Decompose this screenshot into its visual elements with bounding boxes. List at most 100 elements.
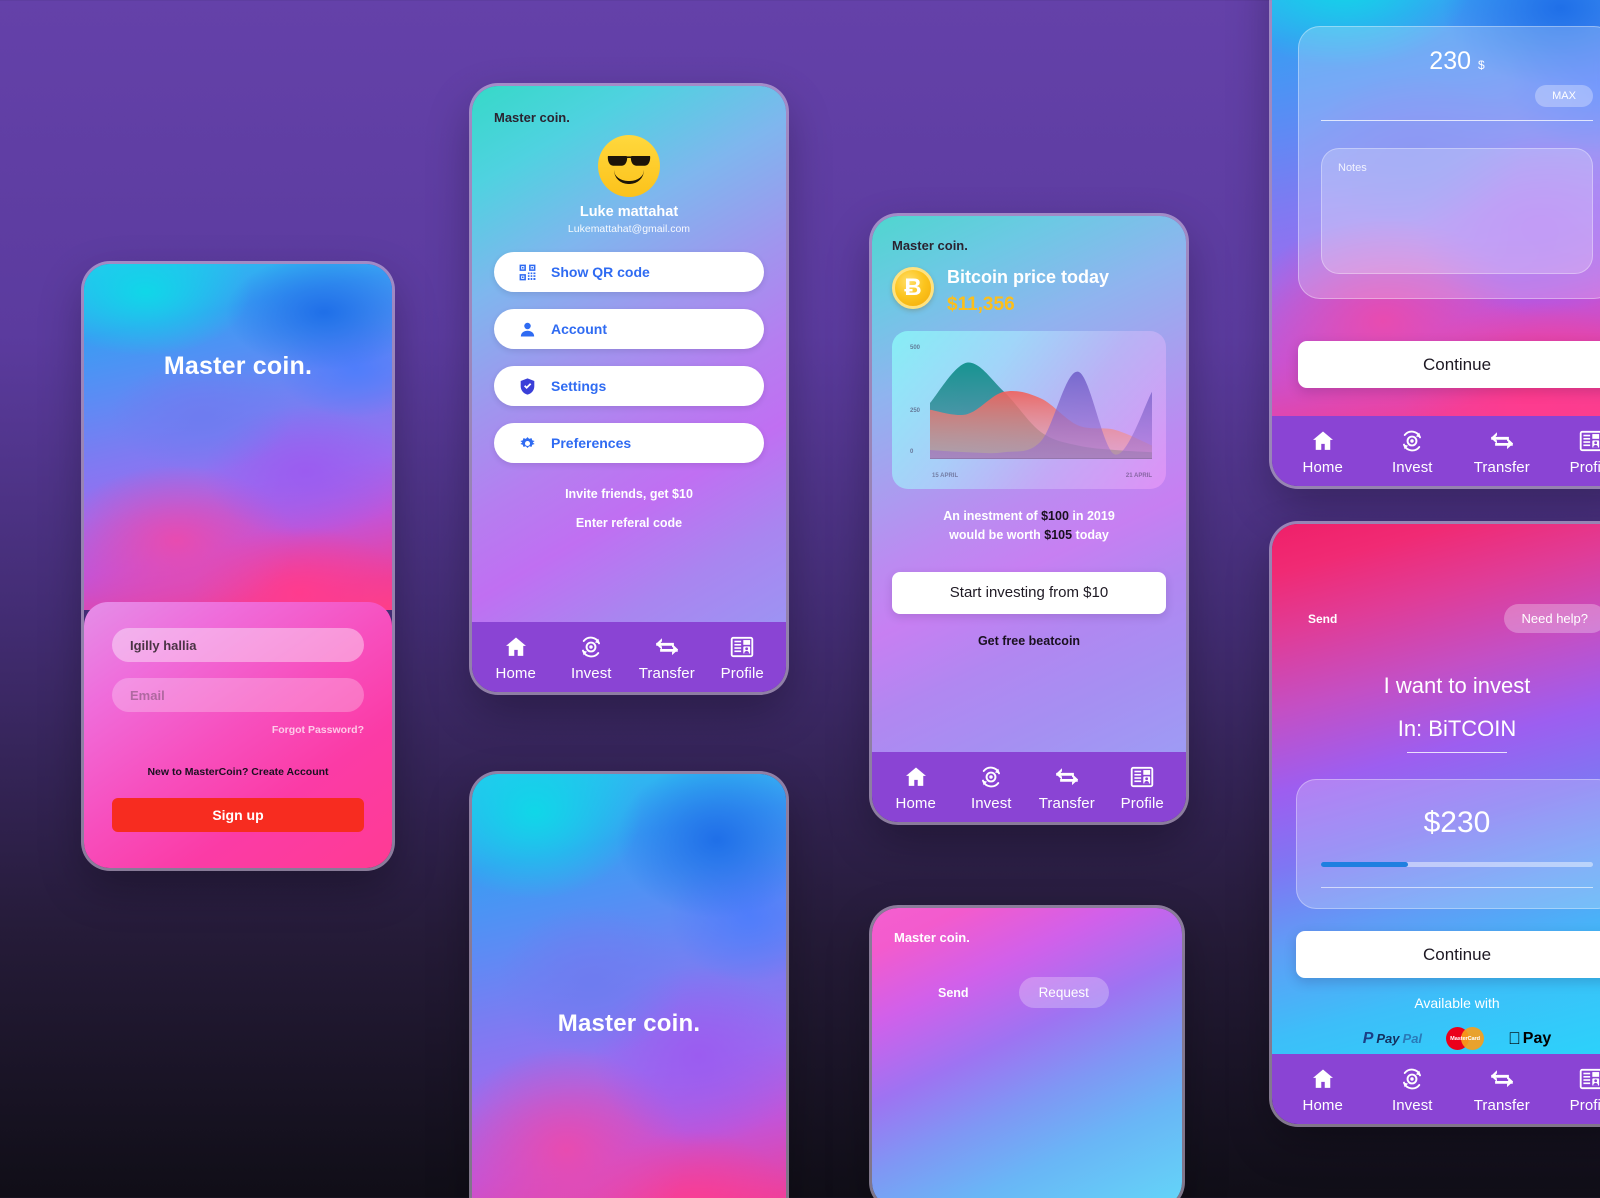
- profile-icon: [729, 634, 755, 660]
- wallpaper-blobs: [84, 264, 392, 610]
- amount-row: 230 $: [1321, 47, 1593, 76]
- amount-slider[interactable]: [1321, 862, 1593, 867]
- amount-slider-fill: [1321, 862, 1409, 867]
- phone-amount-screen: 230 $ MAX Notes Continue Home Invest Tra…: [1272, 0, 1600, 486]
- sign-up-button[interactable]: Sign up: [112, 798, 364, 832]
- continue-button[interactable]: Continue: [1298, 341, 1600, 388]
- phone-send-request-screen: Master coin. Send Request: [872, 908, 1182, 1198]
- nav-label: Profile: [1569, 1097, 1600, 1114]
- invest-icon: [1399, 1066, 1425, 1092]
- notes-input[interactable]: Notes: [1321, 148, 1593, 274]
- nav-label: Profile: [1120, 795, 1164, 812]
- transfer-icon: [1488, 1066, 1516, 1092]
- paypal-pay-text: Pay: [1376, 1031, 1400, 1046]
- nav-item-home[interactable]: Home: [478, 634, 554, 682]
- note-line2-amount: $105: [1044, 528, 1073, 543]
- phone-bitcoin-screen: Master coin. Ƀ Bitcoin price today $11,3…: [872, 216, 1186, 822]
- bottom-nav: Home Invest Transfer Profile: [1272, 1054, 1600, 1124]
- continue-button[interactable]: Continue: [1296, 931, 1600, 978]
- nav-label: Profile: [720, 665, 764, 682]
- nav-item-transfer[interactable]: Transfer: [1457, 1066, 1547, 1114]
- slider-underline: [1321, 887, 1593, 888]
- invest-heading-line2: In: BiTCOIN: [1397, 716, 1517, 741]
- forgot-password-link[interactable]: Forgot Password?: [112, 724, 364, 736]
- send-request-screen-body: Master coin. Send Request: [872, 908, 1182, 1198]
- menu-item-settings[interactable]: Settings: [494, 366, 764, 406]
- phone-login-screen: Master coin. Forgot Password? New to Mas…: [84, 264, 392, 868]
- profile-icon: [1578, 1066, 1600, 1092]
- profile-icon: [1578, 428, 1600, 454]
- price-chart-card: 500 250 0 15 APRIL 21 APRIL: [892, 331, 1166, 489]
- menu-item-label: Show QR code: [551, 264, 650, 280]
- invest-amount-card: $230: [1296, 779, 1600, 909]
- create-account-link[interactable]: New to MasterCoin? Create Account: [112, 766, 364, 778]
- nav-item-home[interactable]: Home: [1278, 428, 1368, 476]
- nav-item-home[interactable]: Home: [878, 764, 954, 812]
- nav-item-profile[interactable]: Profile: [705, 634, 781, 682]
- tab-send[interactable]: Send: [938, 986, 969, 1000]
- x-tick-end: 21 APRIL: [1125, 473, 1152, 479]
- invest-heading-line1: I want to invest: [1383, 673, 1531, 698]
- nav-item-invest[interactable]: Invest: [954, 764, 1030, 812]
- login-hero: Master coin.: [84, 264, 392, 610]
- app-brand-title: Master coin.: [163, 352, 313, 380]
- tab-request[interactable]: Request: [1018, 977, 1109, 1008]
- nav-label: Home: [1302, 459, 1343, 476]
- phone-splash-screen: Master coin.: [472, 774, 786, 1198]
- profile-email: Lukemattahat@gmail.com: [567, 223, 691, 235]
- username-input[interactable]: [112, 628, 364, 662]
- payment-logos: P PayPal MasterCard  Pay: [1296, 1027, 1600, 1050]
- nav-item-profile[interactable]: Profile: [1105, 764, 1181, 812]
- bitcoin-icon: Ƀ: [892, 267, 934, 309]
- note-line1-post: in 2019: [1068, 509, 1115, 523]
- invest-screen-body: Send Need help? I want to invest In: BiT…: [1272, 524, 1600, 1054]
- apple-icon: : [1508, 1030, 1521, 1047]
- need-help-button[interactable]: Need help?: [1503, 604, 1600, 633]
- profile-icon: [1129, 764, 1155, 790]
- bottom-nav: Home Invest Transfer Profile: [1272, 416, 1600, 486]
- nav-label: Invest: [1391, 459, 1433, 476]
- menu-item-account[interactable]: Account: [494, 309, 764, 349]
- apple-pay-text: Pay: [1516, 1029, 1551, 1047]
- bitcoin-price: $11,356: [947, 294, 1015, 315]
- transfer-icon: [1488, 428, 1516, 454]
- menu-item-label: Settings: [551, 378, 607, 394]
- bitcoin-screen-body: Master coin. Ƀ Bitcoin price today $11,3…: [872, 216, 1186, 752]
- email-input[interactable]: [112, 678, 364, 712]
- enter-referal-code-link[interactable]: Enter referal code: [494, 516, 764, 530]
- invest-icon: [1399, 428, 1425, 454]
- nav-item-invest[interactable]: Invest: [1368, 428, 1458, 476]
- nav-item-transfer[interactable]: Transfer: [1457, 428, 1547, 476]
- nav-item-transfer[interactable]: Transfer: [1029, 764, 1105, 812]
- bitcoin-header: Ƀ Bitcoin price today $11,356: [892, 267, 1166, 316]
- transfer-icon: [1053, 764, 1081, 790]
- profile-name: Luke mattahat: [579, 204, 679, 220]
- nav-item-profile[interactable]: Profile: [1547, 1066, 1600, 1114]
- nav-label: Home: [1302, 1097, 1343, 1114]
- invite-friends-link[interactable]: Invite friends, get $10: [494, 487, 764, 501]
- y-tick-0: 0: [910, 448, 914, 455]
- investment-note: An inestment of $100 in 2019 would be wo…: [892, 507, 1166, 546]
- tab-send[interactable]: Send: [1308, 612, 1337, 626]
- price-chart: 500 250 0 15 APRIL 21 APRIL: [902, 343, 1156, 481]
- max-button[interactable]: MAX: [1535, 85, 1593, 107]
- start-investing-button[interactable]: Start investing from $10: [892, 571, 1166, 614]
- chart-areas: [930, 362, 1152, 459]
- amount-value[interactable]: 230: [1429, 47, 1471, 76]
- nav-item-invest[interactable]: Invest: [554, 634, 630, 682]
- nav-label: Home: [895, 795, 936, 812]
- smile-icon: [614, 170, 644, 184]
- send-request-tabs: Send Request: [894, 977, 1160, 1008]
- paypal-pal-text: Pal: [1402, 1031, 1423, 1046]
- get-free-beatcoin-link[interactable]: Get free beatcoin: [892, 634, 1166, 648]
- nav-item-invest[interactable]: Invest: [1368, 1066, 1458, 1114]
- gear-icon: [518, 434, 537, 453]
- nav-item-home[interactable]: Home: [1278, 1066, 1368, 1114]
- home-icon: [903, 764, 929, 790]
- nav-item-transfer[interactable]: Transfer: [629, 634, 705, 682]
- app-brand-title: Master coin.: [557, 1010, 701, 1037]
- menu-item-preferences[interactable]: Preferences: [494, 423, 764, 463]
- nav-item-profile[interactable]: Profile: [1547, 428, 1600, 476]
- currency-symbol: $: [1478, 58, 1485, 72]
- menu-item-show-qr-code[interactable]: Show QR code: [494, 252, 764, 292]
